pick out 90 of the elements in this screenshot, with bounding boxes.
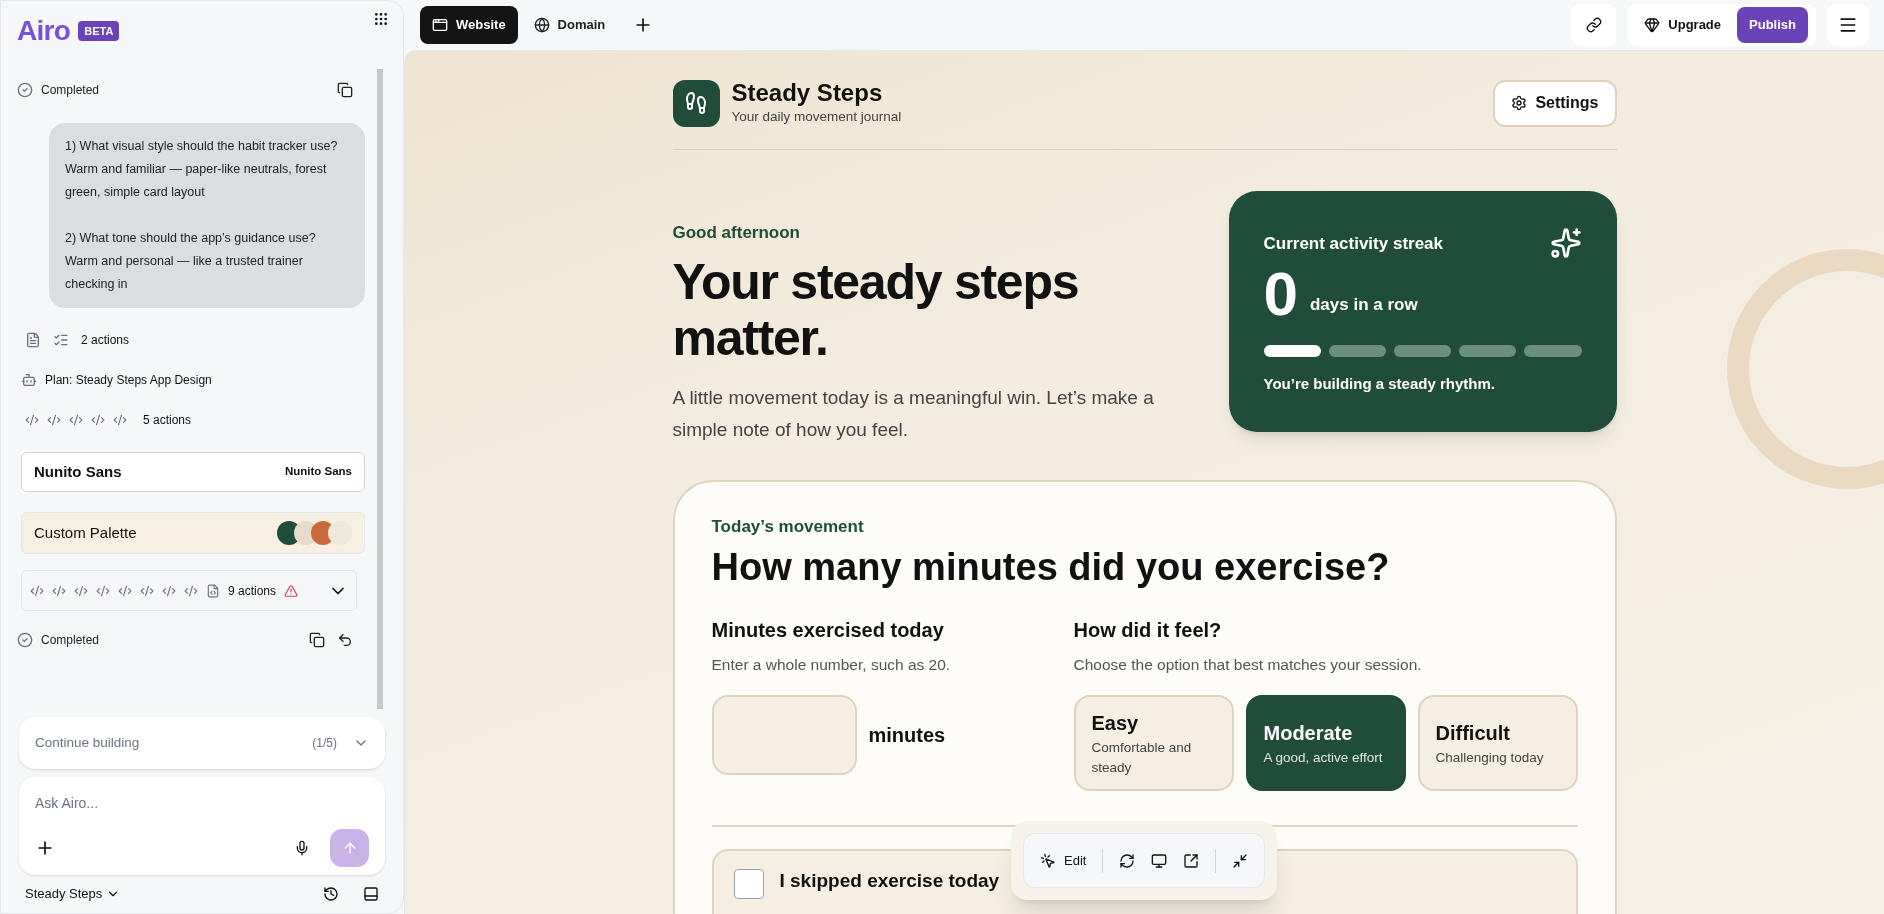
refresh-icon[interactable] [1119, 852, 1136, 869]
code-icon [118, 583, 132, 598]
streak-unit: days in a row [1310, 293, 1418, 316]
skip-label: I skipped exercise today [779, 868, 1000, 893]
panel-icon[interactable] [363, 886, 379, 902]
message-text: Warm and familiar — paper-like neutrals, forest green, simple card layout [65, 161, 328, 201]
message-text: Warm and personal — like a trusted trainer checking in [65, 253, 304, 293]
continue-label: Continue building [35, 733, 140, 752]
code-icon [52, 583, 66, 598]
field-label: Minutes exercised today [711, 618, 945, 644]
message-text: 1) What visual style should the habit tracker use? [65, 138, 339, 155]
sparkle-icon [1549, 227, 1582, 260]
code-icon [140, 583, 154, 598]
logo: Airo [17, 17, 71, 45]
streak-note: You’re building a steady rhythm. [1263, 374, 1496, 395]
code-icon [96, 583, 110, 598]
effort-option[interactable]: Moderate A good, active effort [1245, 694, 1406, 791]
document-icon [25, 332, 41, 348]
top-tab[interactable]: Website [420, 6, 518, 44]
ask-input[interactable]: Ask Airo... [35, 793, 369, 814]
diamond-icon [1644, 17, 1661, 33]
font-value: Nunito Sans [284, 464, 352, 480]
minutes-input[interactable] [711, 694, 857, 775]
code-icon [91, 413, 105, 427]
app-tagline: Your daily movement journal [731, 108, 902, 126]
settings-button[interactable]: Settings [1493, 79, 1617, 127]
checklist-icon [53, 332, 69, 348]
message-text: 2) What tone should the app’s guidance use? [65, 230, 317, 247]
effort-option[interactable]: Easy Comfortable and steady [1073, 694, 1234, 791]
app-name: Steady Steps [731, 79, 884, 107]
drag-handle-icon[interactable] [373, 11, 389, 27]
link-icon [1586, 17, 1603, 33]
code-file-icon [206, 583, 220, 598]
copy-icon[interactable] [309, 632, 325, 648]
streak-count: 0 [1263, 259, 1298, 330]
minimize-icon[interactable] [1232, 852, 1249, 869]
settings-icon [1511, 95, 1528, 112]
form-question: How many minutes did you exercise? [711, 545, 1391, 591]
field-hint: Choose the option that best matches your session. [1073, 655, 1423, 676]
headline: Your steady steps matter. [672, 253, 1080, 366]
code-icon [69, 413, 83, 427]
undo-icon[interactable] [337, 632, 353, 648]
code-icon [113, 413, 127, 427]
project-selector[interactable]: Steady Steps [25, 884, 103, 904]
code-icon [74, 583, 88, 598]
status-text: Completed [41, 632, 100, 649]
monitor-icon[interactable] [1151, 852, 1168, 869]
publish-button[interactable]: Publish [1737, 7, 1808, 43]
greeting: Good afternoon [672, 222, 801, 245]
intro-text: A little movement today is a meaningful win. Let’s make a simple note of how you feel. [672, 385, 1155, 442]
code-icon [162, 583, 176, 598]
robot-icon [21, 372, 37, 388]
menu-icon [1838, 15, 1858, 35]
check-circle-icon [17, 82, 33, 98]
minutes-unit: minutes [868, 722, 946, 748]
continue-building-bar[interactable]: Continue building (1/5) [19, 717, 385, 769]
code-icon [25, 413, 39, 427]
browser-window-icon [432, 17, 448, 33]
actions-count: 2 actions [81, 332, 130, 349]
code-icon [184, 583, 198, 598]
form-eyebrow: Today’s movement [711, 515, 865, 538]
footprints-icon [684, 91, 708, 116]
microphone-icon[interactable] [294, 840, 310, 856]
menu-button[interactable] [1828, 4, 1868, 46]
code-icon [47, 413, 61, 427]
beta-badge: BETA [78, 20, 120, 42]
actions-count: 9 actions [228, 582, 277, 600]
edit-button[interactable]: Edit [1040, 850, 1087, 871]
skip-checkbox[interactable] [733, 868, 764, 899]
actions-group[interactable]: 9 actions [21, 570, 357, 611]
copy-icon[interactable] [337, 82, 353, 98]
effort-option[interactable]: Difficult Challenging today [1417, 694, 1578, 791]
plan-title[interactable]: Plan: Steady Steps App Design [45, 371, 212, 389]
palette-name: Custom Palette [34, 522, 137, 543]
code-icon [30, 583, 44, 598]
field-label: How did it feel? [1073, 618, 1223, 644]
pointer-click-icon [1040, 852, 1056, 869]
upgrade-button[interactable]: Upgrade [1636, 15, 1730, 35]
font-name: Nunito Sans [34, 461, 122, 482]
external-link-icon[interactable] [1183, 852, 1200, 869]
streak-title: Current activity streak [1263, 232, 1444, 255]
step-count: (1/5) [312, 735, 337, 752]
globe-icon [533, 17, 550, 33]
link-button[interactable] [1572, 4, 1617, 46]
history-icon[interactable] [323, 886, 339, 902]
check-circle-icon [17, 632, 33, 648]
top-tab[interactable]: Domain [521, 6, 618, 44]
field-hint: Enter a whole number, such as 20. [711, 655, 952, 676]
actions-count: 5 actions [143, 412, 192, 429]
status-text: Completed [41, 82, 100, 99]
